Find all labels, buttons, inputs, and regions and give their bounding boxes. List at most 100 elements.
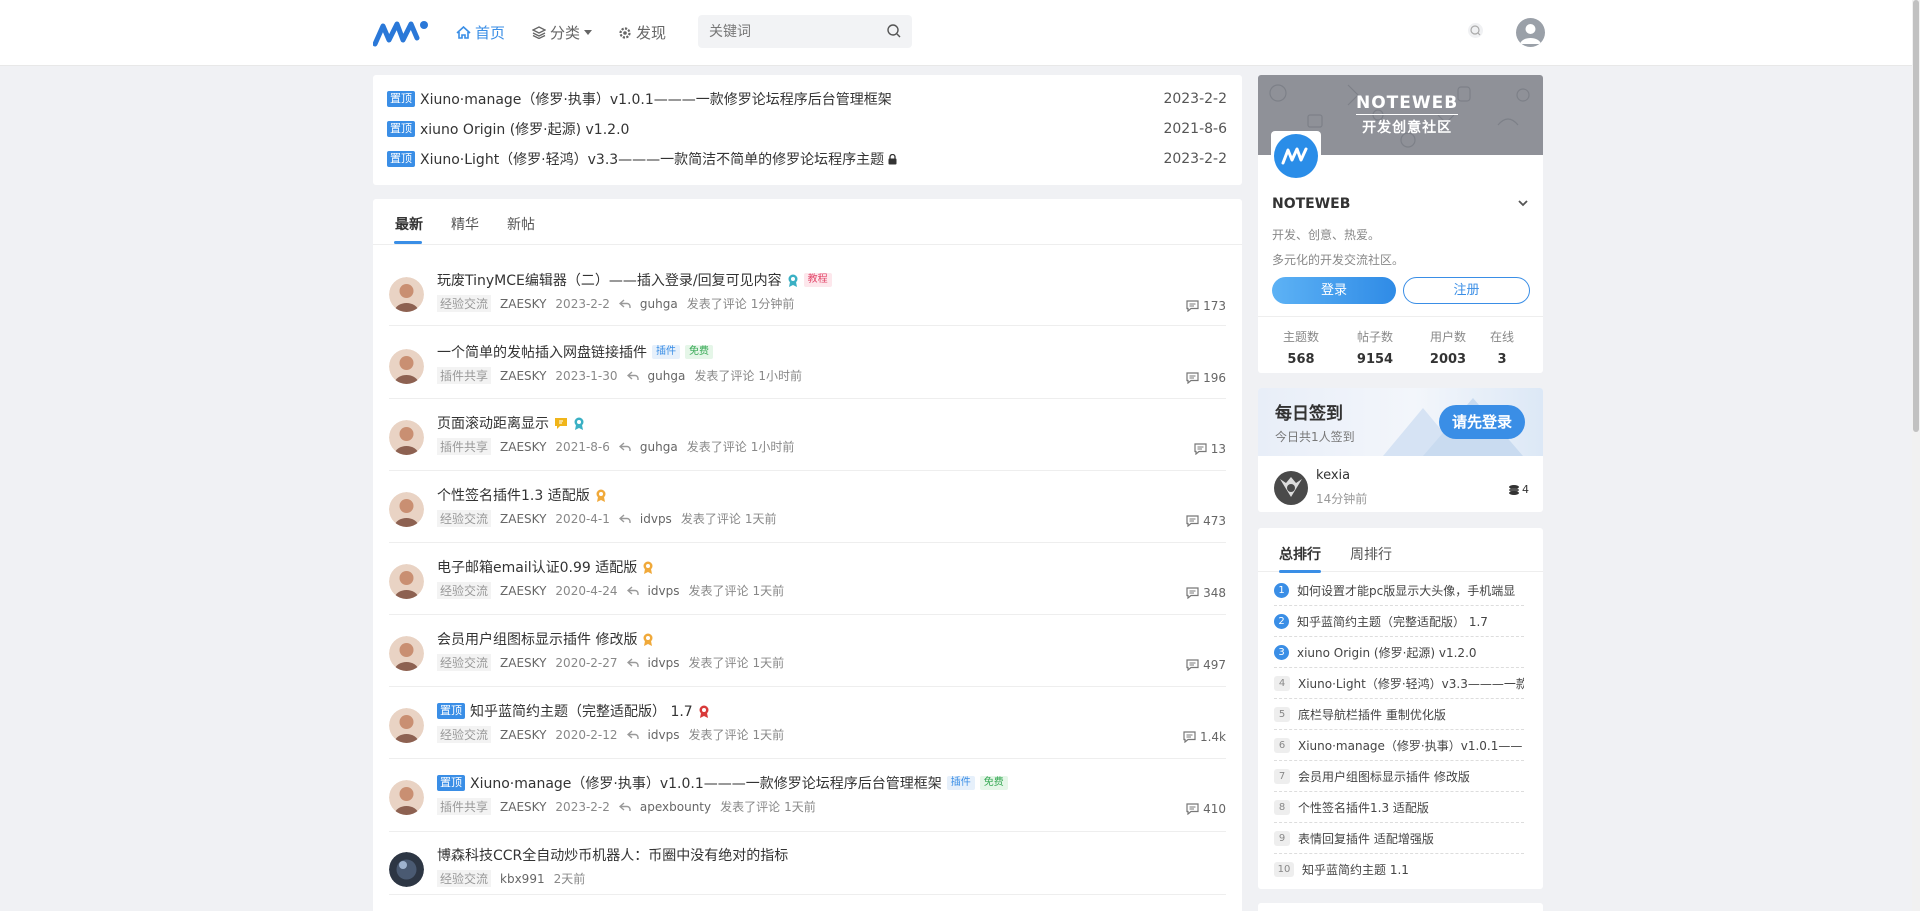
thread-title[interactable]: Xiuno·manage（修罗·执事）v1.0.1———一款修罗论坛程序后台管理… bbox=[470, 773, 942, 793]
last-replier[interactable]: apexbounty bbox=[640, 800, 711, 814]
thread-author[interactable]: ZAESKY bbox=[500, 369, 546, 383]
thread-row[interactable]: 会员用户组图标显示插件 修改版 经验交流 ZAESKY 2020-2-27 id… bbox=[389, 629, 1226, 687]
sticky-thread-title[interactable]: Xiuno·manage（修罗·执事）v1.0.1———一款修罗论坛程序后台管理… bbox=[420, 89, 892, 109]
thread-category[interactable]: 经验交流 bbox=[437, 295, 492, 312]
author-avatar[interactable] bbox=[389, 636, 424, 671]
thread-author[interactable]: ZAESKY bbox=[500, 800, 546, 814]
rank-item[interactable]: 6 Xiuno·manage（修罗·执事）v1.0.1—— bbox=[1274, 730, 1524, 761]
sticky-thread-title[interactable]: Xiuno·Light（修罗·轻鸿）v3.3———一款简洁不简单的修罗论坛程序主… bbox=[420, 149, 884, 169]
author-avatar[interactable] bbox=[389, 349, 424, 384]
login-button[interactable]: 登录 bbox=[1272, 277, 1396, 304]
thread-row[interactable]: 个性签名插件1.3 适配版 经验交流 ZAESKY 2020-4-1 idvps… bbox=[389, 485, 1226, 543]
thread-title[interactable]: 一个简单的发帖插入网盘链接插件 bbox=[437, 342, 647, 362]
thread-row[interactable]: 玩废TinyMCE编辑器（二）——插入登录/回复可见内容 教程 经验交流 ZAE… bbox=[389, 270, 1226, 326]
thread-author[interactable]: ZAESKY bbox=[500, 440, 546, 454]
checkin-user-avatar[interactable] bbox=[1274, 471, 1308, 505]
rank-title[interactable]: 知乎蓝简约主题（完整适配版） 1.7 bbox=[1297, 613, 1488, 630]
thread-category[interactable]: 插件共享 bbox=[437, 367, 492, 384]
thread-author[interactable]: ZAESKY bbox=[500, 297, 546, 311]
thread-row[interactable]: 博森科技CCR全自动炒币机器人：币圈中没有绝对的指标 经验交流 kbx991 2… bbox=[389, 845, 1226, 895]
tab-new[interactable]: 新帖 bbox=[507, 214, 535, 234]
scrollbar-thumb[interactable] bbox=[1913, 0, 1919, 432]
author-avatar[interactable] bbox=[389, 277, 424, 312]
thread-author[interactable]: kbx991 bbox=[500, 872, 545, 886]
tab-total-rank[interactable]: 总排行 bbox=[1279, 544, 1321, 564]
rank-item[interactable]: 9 表情回复插件 适配增强版 bbox=[1274, 823, 1524, 854]
rank-item[interactable]: 7 会员用户组图标显示插件 修改版 bbox=[1274, 761, 1524, 792]
last-replier[interactable]: guhga bbox=[648, 369, 686, 383]
author-avatar[interactable] bbox=[389, 564, 424, 599]
thread-category[interactable]: 经验交流 bbox=[437, 582, 492, 599]
thread-category[interactable]: 插件共享 bbox=[437, 438, 492, 455]
author-avatar[interactable] bbox=[389, 780, 424, 815]
author-avatar[interactable] bbox=[389, 708, 424, 743]
site-logo[interactable] bbox=[373, 20, 430, 47]
rank-title[interactable]: 底栏导航栏插件 重制优化版 bbox=[1298, 706, 1446, 723]
search-input[interactable] bbox=[698, 15, 868, 48]
thread-title[interactable]: 知乎蓝简约主题（完整适配版） 1.7 bbox=[470, 701, 693, 721]
search-toggle-icon[interactable] bbox=[1467, 22, 1484, 39]
last-replier[interactable]: idvps bbox=[648, 584, 680, 598]
sticky-thread-row[interactable]: 置顶 xiuno Origin (修罗·起源) v1.2.0 bbox=[387, 119, 629, 139]
rank-title[interactable]: 知乎蓝简约主题 1.1 bbox=[1302, 861, 1409, 878]
last-replier[interactable]: guhga bbox=[640, 440, 678, 454]
thread-row[interactable]: 置顶 知乎蓝简约主题（完整适配版） 1.7 经验交流 ZAESKY 2020-2-… bbox=[389, 701, 1226, 759]
thread-row[interactable]: 一个简单的发帖插入网盘链接插件 插件 免费 插件共享 ZAESKY 2023-1… bbox=[389, 342, 1226, 399]
user-avatar[interactable] bbox=[1516, 18, 1545, 47]
thread-row[interactable]: 置顶 Xiuno·manage（修罗·执事）v1.0.1———一款修罗论坛程序后台… bbox=[389, 773, 1226, 832]
rank-item[interactable]: 4 Xiuno·Light（修罗·轻鸿）v3.3———一款 bbox=[1274, 668, 1524, 699]
sticky-thread-title[interactable]: xiuno Origin (修罗·起源) v1.2.0 bbox=[420, 119, 629, 139]
search-icon[interactable] bbox=[886, 23, 902, 39]
thread-row[interactable]: 页面滚动距离显示 插件共享 ZAESKY 2021-8-6 guhga 发表了评… bbox=[389, 413, 1226, 471]
nav-discover[interactable]: 发现 bbox=[618, 22, 666, 43]
thread-date: 2020-2-27 bbox=[555, 655, 618, 670]
thread-title[interactable]: 会员用户组图标显示插件 修改版 bbox=[437, 629, 637, 649]
thread-category[interactable]: 经验交流 bbox=[437, 654, 492, 671]
last-replier[interactable]: guhga bbox=[640, 297, 678, 311]
thread-category[interactable]: 经验交流 bbox=[437, 510, 492, 527]
rank-item[interactable]: 3 xiuno Origin (修罗·起源) v1.2.0 bbox=[1274, 637, 1524, 668]
thread-title[interactable]: 博森科技CCR全自动炒币机器人：币圈中没有绝对的指标 bbox=[437, 845, 788, 865]
rank-title[interactable]: 会员用户组图标显示插件 修改版 bbox=[1298, 768, 1470, 785]
checkin-username[interactable]: kexia bbox=[1316, 468, 1350, 483]
thread-author[interactable]: ZAESKY bbox=[500, 512, 546, 526]
tab-featured[interactable]: 精华 bbox=[451, 214, 479, 234]
rank-title[interactable]: xiuno Origin (修罗·起源) v1.2.0 bbox=[1297, 644, 1477, 661]
thread-title[interactable]: 页面滚动距离显示 bbox=[437, 413, 549, 433]
thread-category[interactable]: 插件共享 bbox=[437, 798, 492, 815]
last-replier[interactable]: idvps bbox=[648, 728, 680, 742]
nav-category[interactable]: 分类 bbox=[532, 22, 593, 43]
rank-title[interactable]: 表情回复插件 适配增强版 bbox=[1298, 830, 1434, 847]
thread-category[interactable]: 经验交流 bbox=[437, 726, 492, 743]
thread-author[interactable]: ZAESKY bbox=[500, 656, 546, 670]
tab-latest[interactable]: 最新 bbox=[395, 214, 423, 234]
thread-author[interactable]: ZAESKY bbox=[500, 584, 546, 598]
nav-home[interactable]: 首页 bbox=[456, 22, 505, 43]
chevron-down-icon[interactable] bbox=[1518, 200, 1528, 207]
thread-title[interactable]: 玩废TinyMCE编辑器（二）——插入登录/回复可见内容 bbox=[437, 270, 782, 290]
rank-item[interactable]: 1 如何设置才能pc版显示大头像，手机端显 bbox=[1274, 575, 1524, 606]
rank-item[interactable]: 8 个性签名插件1.3 适配版 bbox=[1274, 792, 1524, 823]
rank-title[interactable]: 如何设置才能pc版显示大头像，手机端显 bbox=[1297, 582, 1515, 599]
thread-author[interactable]: ZAESKY bbox=[500, 728, 546, 742]
sticky-thread-row[interactable]: 置顶 Xiuno·Light（修罗·轻鸿）v3.3———一款简洁不简单的修罗论坛… bbox=[387, 149, 897, 169]
author-avatar[interactable] bbox=[389, 420, 424, 455]
rank-item[interactable]: 5 底栏导航栏插件 重制优化版 bbox=[1274, 699, 1524, 730]
register-button[interactable]: 注册 bbox=[1403, 277, 1530, 304]
thread-title[interactable]: 个性签名插件1.3 适配版 bbox=[437, 485, 590, 505]
rank-item[interactable]: 10 知乎蓝简约主题 1.1 bbox=[1274, 854, 1524, 885]
thread-title[interactable]: 电子邮箱email认证0.99 适配版 bbox=[437, 557, 637, 577]
last-replier[interactable]: idvps bbox=[648, 656, 680, 670]
rank-title[interactable]: Xiuno·manage（修罗·执事）v1.0.1—— bbox=[1298, 737, 1522, 754]
sticky-thread-row[interactable]: 置顶 Xiuno·manage（修罗·执事）v1.0.1———一款修罗论坛程序后… bbox=[387, 89, 892, 109]
thread-category[interactable]: 经验交流 bbox=[437, 870, 492, 887]
author-avatar[interactable] bbox=[389, 492, 424, 527]
rank-item[interactable]: 2 知乎蓝简约主题（完整适配版） 1.7 bbox=[1274, 606, 1524, 637]
thread-row[interactable]: 电子邮箱email认证0.99 适配版 经验交流 ZAESKY 2020-4-2… bbox=[389, 557, 1226, 615]
checkin-login-button[interactable]: 请先登录 bbox=[1439, 405, 1525, 439]
last-replier[interactable]: idvps bbox=[640, 512, 672, 526]
rank-title[interactable]: Xiuno·Light（修罗·轻鸿）v3.3———一款 bbox=[1298, 675, 1524, 692]
author-avatar[interactable] bbox=[389, 852, 424, 887]
rank-title[interactable]: 个性签名插件1.3 适配版 bbox=[1298, 799, 1429, 816]
tab-weekly-rank[interactable]: 周排行 bbox=[1350, 544, 1392, 564]
